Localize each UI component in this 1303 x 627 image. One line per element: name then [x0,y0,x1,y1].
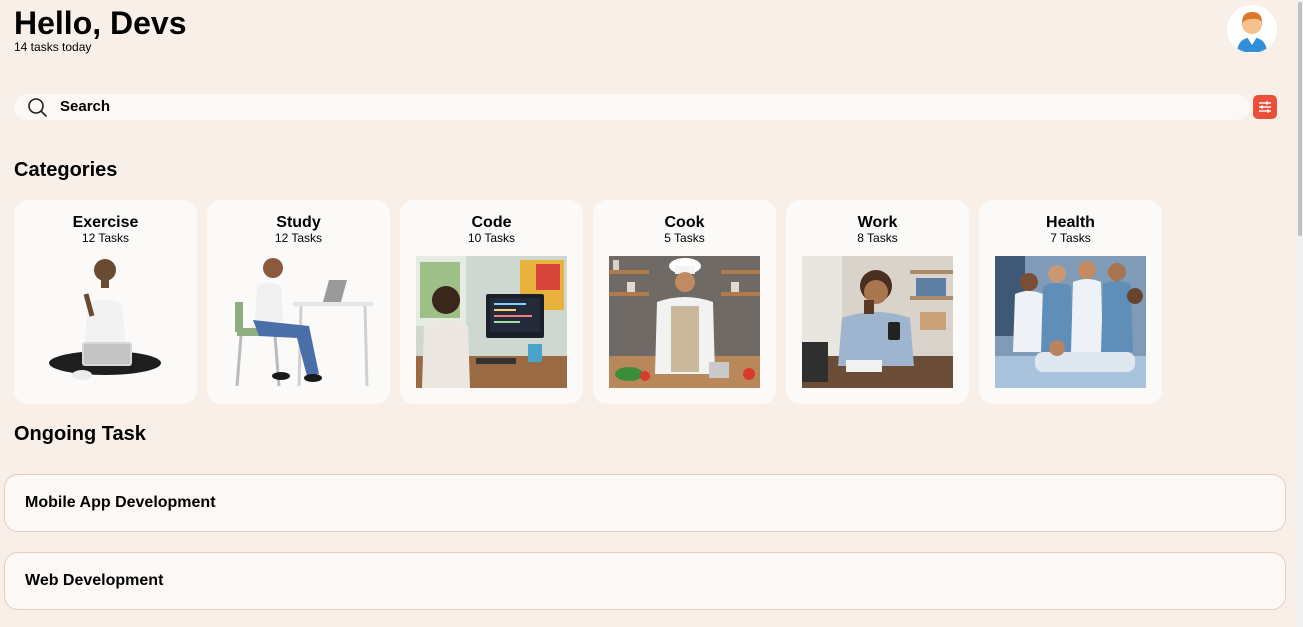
filter-button[interactable] [1253,95,1277,119]
category-card-exercise[interactable]: Exercise 12 Tasks [14,200,197,404]
category-title: Work [857,214,898,231]
category-card-health[interactable]: Health 7 Tasks [979,200,1162,404]
search-bar[interactable]: Search [14,94,1250,120]
category-task-count: 7 Tasks [1050,231,1091,245]
category-card-work[interactable]: Work 8 Tasks [786,200,969,404]
search-icon [28,98,47,117]
category-image-code [416,256,567,388]
page-scrollbar[interactable] [1297,0,1303,627]
task-label: Web Development [25,572,164,589]
category-title: Health [1046,214,1095,231]
category-list: Exercise 12 Tasks Study 12 Tasks Code 10… [14,200,1162,404]
category-image-health [995,256,1146,388]
tasks-today-count: 14 tasks today [14,40,92,54]
ongoing-task-item[interactable]: Web Development [4,552,1286,610]
greeting-block: Hello, Devs 14 tasks today [14,4,187,54]
category-task-count: 12 Tasks [274,231,323,245]
category-task-count: 10 Tasks [467,231,516,245]
task-label: Mobile App Development [25,494,216,511]
category-task-count: 12 Tasks [81,231,130,245]
ongoing-heading: Ongoing Task [14,423,146,445]
category-image-exercise [30,256,181,388]
category-card-code[interactable]: Code 10 Tasks [400,200,583,404]
category-card-cook[interactable]: Cook 5 Tasks [593,200,776,404]
category-title: Code [471,214,512,231]
category-task-count: 8 Tasks [857,231,898,245]
scrollbar-thumb[interactable] [1298,2,1302,236]
category-task-count: 5 Tasks [664,231,705,245]
avatar[interactable] [1227,5,1277,53]
category-card-study[interactable]: Study 12 Tasks [207,200,390,404]
category-image-work [802,256,953,388]
category-image-study [223,256,374,388]
sliders-icon [1259,101,1271,113]
search-input[interactable]: Search [60,98,110,116]
categories-heading: Categories [14,159,118,181]
page-title: Hello, Devs [14,5,187,41]
category-title: Exercise [72,214,139,231]
category-title: Study [276,214,321,231]
category-image-cook [609,256,760,388]
ongoing-task-item[interactable]: Mobile App Development [4,474,1286,532]
category-title: Cook [664,214,705,231]
user-avatar-icon [1237,12,1267,52]
